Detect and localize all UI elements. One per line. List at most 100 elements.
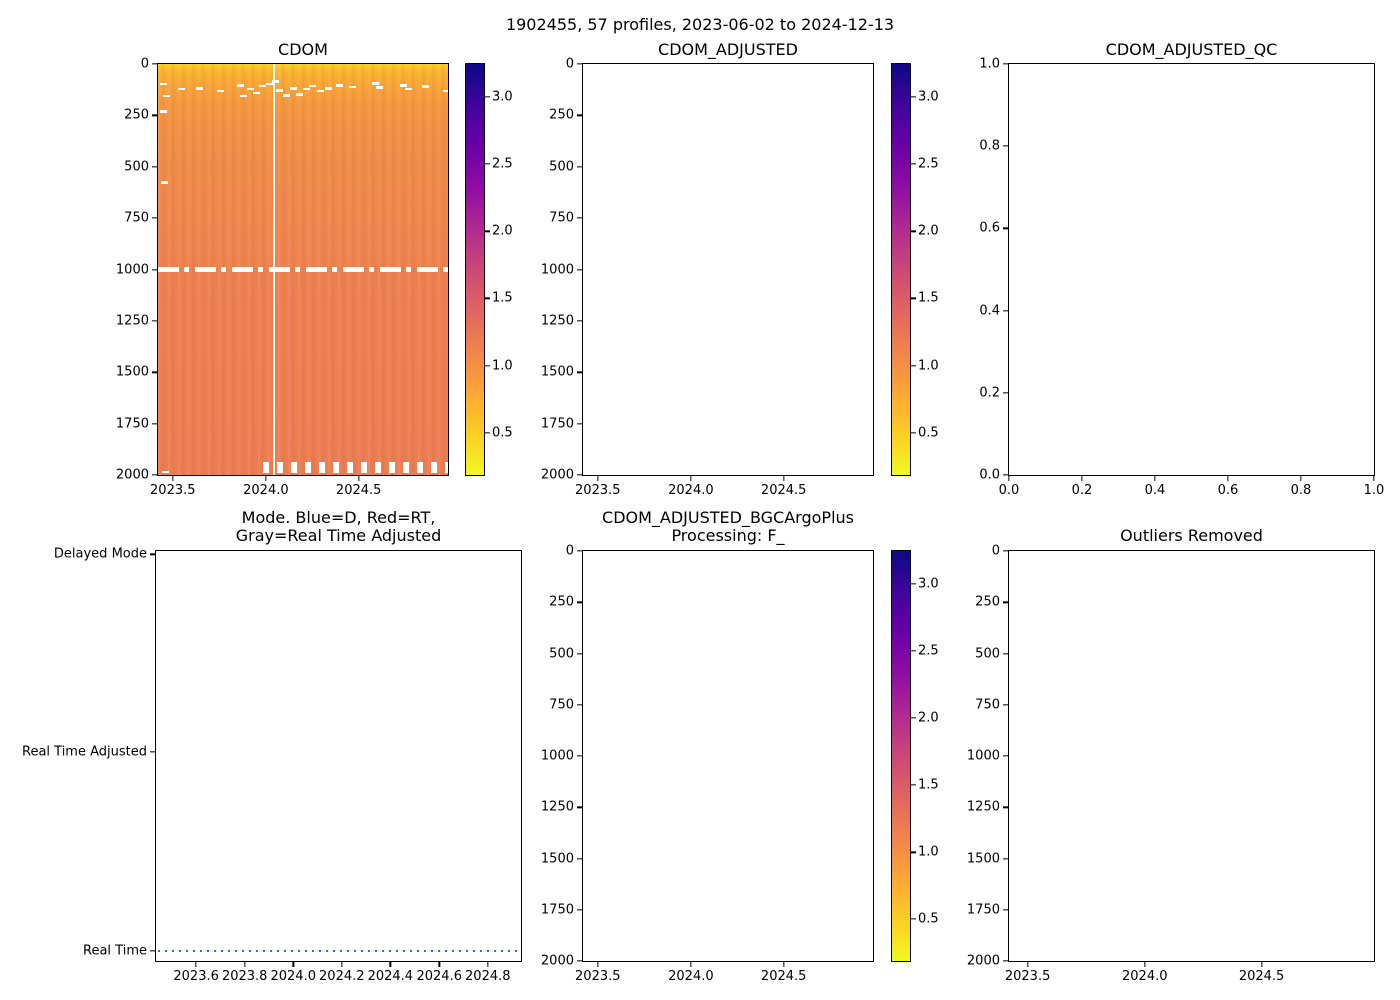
y-tick-label: 1250	[115, 313, 149, 329]
x-tick-mark	[1260, 962, 1263, 967]
y-tick-mark	[577, 550, 582, 552]
colorbar-tick-mark	[911, 851, 916, 853]
y-tick-label: 2000	[540, 467, 574, 483]
y-tick-mark	[577, 909, 582, 911]
panel-title-bgc-line1: CDOM_ADJUSTED_BGCArgoPlus	[602, 508, 854, 527]
cdom-axes: 0 250 500 750 1000 1250 1500 1750 2000 2023.5 2024…	[116, 58, 449, 497]
y-tick-label: 250	[549, 594, 574, 610]
missing-data-dash	[160, 82, 168, 86]
y-tick-mark	[152, 114, 157, 117]
y-tick-mark	[152, 217, 157, 219]
y-tick-mark	[152, 63, 157, 65]
missing-data-dash	[405, 87, 413, 91]
colorbar-tick-mark	[911, 365, 916, 367]
colorbar-tick-label: 1.0	[918, 844, 939, 860]
y-tick-label: 1500	[115, 364, 149, 380]
x-tick-label: 2024.4	[367, 969, 414, 984]
y-tick-mark	[577, 960, 582, 962]
x-tick-label: 0.6	[1217, 483, 1239, 498]
x-tick-mark	[265, 476, 267, 481]
y-tick-label: 750	[124, 210, 149, 226]
cdom-heatmap	[158, 64, 448, 475]
x-tick-label: 2024.5	[760, 483, 807, 498]
mode-realtime-dotted-line	[158, 949, 519, 952]
y-tick-label: 1250	[966, 799, 1000, 815]
colorbar-tick-label: 0.5	[918, 425, 939, 441]
y-tick-mark	[1003, 309, 1008, 312]
y-tick-mark	[1003, 755, 1008, 757]
x-tick-label: 2023.5	[575, 969, 621, 984]
panel-title-mode: Mode. Blue=D, Red=RT, Gray=Real Time Adj…	[155, 509, 522, 544]
x-tick-mark	[438, 962, 440, 967]
x-tick-label: 2024.0	[270, 969, 316, 984]
y-tick-label: 1000	[115, 262, 149, 277]
y-tick-label: 2000	[966, 953, 1000, 969]
cdom-adjusted-colorbar: 3.0 2.5 2.0 1.5 1.0 0.5	[891, 63, 939, 476]
missing-data-dash	[372, 82, 380, 85]
x-tick-label: 0.0	[998, 483, 1020, 498]
missing-data-dash	[276, 89, 284, 92]
colorbar-tick-mark	[485, 365, 490, 367]
x-tick-label: 2024.8	[465, 969, 511, 984]
panel-title-cdom: CDOM	[278, 40, 328, 59]
missing-data-dash	[271, 80, 279, 83]
panel-title-cdom-adjusted: CDOM_ADJUSTED	[658, 40, 798, 59]
missing-data-dash	[303, 87, 310, 91]
y-tick-mark	[1003, 909, 1008, 911]
y-tick-mark	[1003, 392, 1008, 394]
missing-data-dash	[443, 89, 448, 93]
missing-data-dash	[258, 84, 266, 88]
y-tick-label: 1500	[966, 851, 1000, 866]
colorbar-tick-mark	[911, 583, 916, 585]
panel-title-outliers-removed: Outliers Removed	[1120, 526, 1263, 545]
colorbar-tick-mark	[911, 432, 916, 434]
y-tick-mark	[577, 268, 582, 271]
missing-data-dash	[282, 94, 290, 97]
x-tick-label: 0.8	[1290, 483, 1312, 498]
y-tick-label: 0.0	[979, 467, 1000, 483]
cdom-colorbar: 3.0 2.5 2.0 1.5 1.0 0.5	[465, 63, 513, 476]
x-tick-mark	[1026, 962, 1029, 967]
bgc-axes: 0 250 500 750 1000 1250 1500 1750 2000 2023.5 2024…	[541, 545, 874, 983]
y-tick-label: 1000	[540, 748, 574, 764]
colorbar-tick-label: 3.0	[492, 89, 513, 105]
missing-data-dash	[296, 93, 304, 96]
bgc-colorbar: 3.0 2.5 2.0 1.5 1.0 0.5	[891, 550, 939, 962]
colorbar-tick-mark	[485, 297, 490, 299]
x-tick-label: 2023.6	[173, 969, 219, 984]
x-tick-mark	[172, 476, 174, 481]
y-tick-mark	[1003, 474, 1008, 476]
cdom-adjusted-qc-axes: 1.0 0.8 0.6 0.4 0.2 0.0 0.0 0.2 0.4 0.6 0.8 1.0	[979, 58, 1384, 498]
y-tick-mark	[1003, 652, 1008, 655]
y-tick-label: 1000	[540, 262, 574, 277]
x-tick-label: 2024.5	[1238, 969, 1285, 984]
colorbar-tick-mark	[911, 784, 916, 786]
y-tick-label: 0	[991, 543, 1000, 559]
y-tick-mark	[577, 806, 582, 808]
colorbar-tick-mark	[911, 297, 916, 299]
y-tick-mark	[152, 268, 157, 271]
colorbar-tick-label: 2.0	[492, 223, 513, 239]
missing-data-dash	[421, 85, 429, 88]
y-tick-label: 0.2	[979, 385, 1000, 401]
x-tick-label: 2023.5	[150, 483, 196, 498]
missing-data-band-1000m	[158, 267, 448, 273]
x-tick-label: 2024.5	[760, 969, 807, 984]
x-tick-mark	[1154, 476, 1156, 481]
colorbar-tick-label: 1.0	[918, 358, 939, 374]
colorbar-tick-label: 0.5	[918, 911, 939, 927]
x-tick-label: 2023.8	[221, 969, 268, 984]
colorbar-tick-mark	[911, 230, 916, 232]
y-tick-label: 0.4	[979, 303, 1000, 319]
mode-axes: Delayed Mode Real Time Adjusted Real Time 2…	[22, 548, 522, 983]
y-tick-mark	[152, 422, 157, 425]
colorbar-tick-label: 3.0	[918, 576, 939, 592]
x-tick-label: 2023.5	[1004, 969, 1051, 984]
y-tick-mark	[1003, 806, 1008, 808]
x-tick-mark	[783, 476, 785, 481]
colorbar-tick-label: 2.5	[918, 156, 939, 172]
y-tick-label: 750	[975, 697, 1000, 713]
y-tick-label: 1.0	[979, 56, 1000, 72]
panel-title-mode-line2: Gray=Real Time Adjusted	[235, 525, 442, 545]
y-tick-label: 0.8	[979, 138, 1000, 154]
